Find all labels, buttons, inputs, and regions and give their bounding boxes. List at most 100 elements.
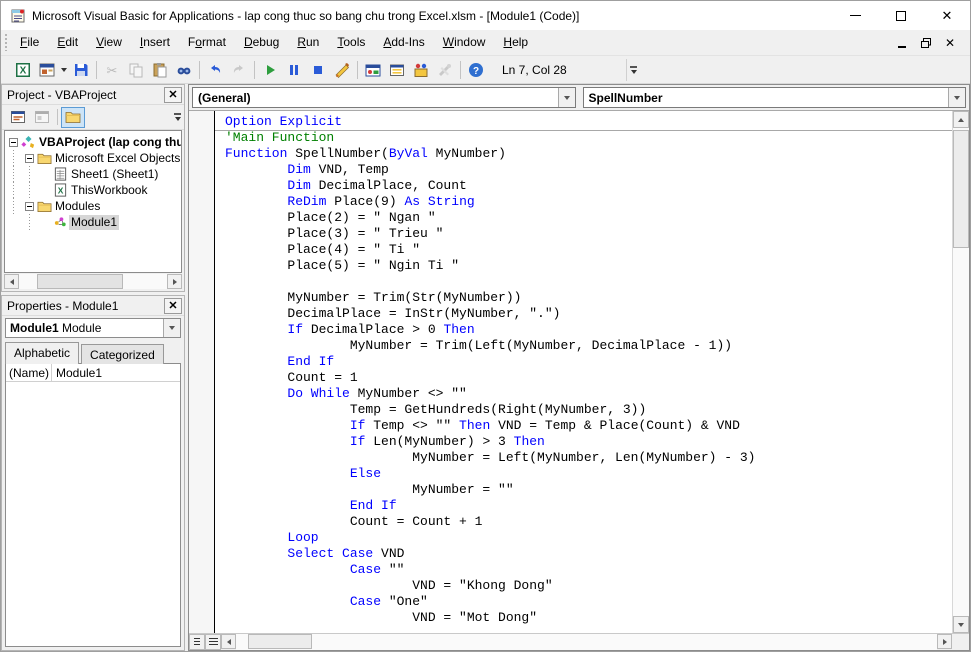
find-button[interactable] [172, 58, 196, 81]
procedure-view-button[interactable] [189, 634, 205, 650]
scrollbar-thumb[interactable] [953, 130, 969, 248]
reset-button[interactable] [306, 58, 330, 81]
code-line[interactable] [215, 274, 952, 290]
menu-file[interactable]: File [11, 30, 48, 55]
scroll-up-button[interactable] [953, 111, 969, 128]
menu-window[interactable]: Window [434, 30, 495, 55]
code-line[interactable]: VND = "Khong Dong" [215, 578, 952, 594]
code-line[interactable]: MyNumber = Trim(Left(MyNumber, DecimalPl… [215, 338, 952, 354]
tree-item-module1[interactable]: Module1 [5, 214, 181, 230]
dropdown-button[interactable] [558, 88, 575, 107]
procedure-dropdown[interactable]: SpellNumber [583, 87, 967, 108]
margin-indicator-bar[interactable] [189, 111, 215, 633]
scrollbar-thumb[interactable] [37, 274, 123, 289]
break-button[interactable] [282, 58, 306, 81]
design-mode-button[interactable] [330, 58, 354, 81]
menu-add-ins[interactable]: Add-Ins [374, 30, 433, 55]
mdi-restore-button[interactable] [914, 33, 938, 53]
save-button[interactable] [69, 58, 93, 81]
menu-tools[interactable]: Tools [328, 30, 374, 55]
insert-userform-button-dropdown[interactable] [59, 58, 69, 81]
property-value[interactable]: Module1 [52, 364, 180, 381]
object-browser-button[interactable] [409, 58, 433, 81]
menu-help[interactable]: Help [494, 30, 537, 55]
code-line[interactable]: End If [215, 354, 952, 370]
code-line[interactable]: If Len(MyNumber) > 3 Then [215, 434, 952, 450]
mdi-minimize-button[interactable] [890, 33, 914, 53]
maximize-button[interactable] [878, 1, 924, 30]
vertical-scrollbar[interactable] [952, 111, 969, 633]
code-line[interactable]: Else [215, 466, 952, 482]
collapse-expander[interactable] [9, 138, 18, 147]
property-row[interactable]: (Name)Module1 [6, 364, 180, 382]
scroll-right-button[interactable] [937, 634, 952, 649]
tree-item-thisworkbook[interactable]: XThisWorkbook [5, 182, 181, 198]
code-line[interactable]: VND = "Mot Dong" [215, 610, 952, 626]
project-panel-close-button[interactable]: ✕ [164, 87, 182, 103]
project-explorer-button[interactable] [361, 58, 385, 81]
scroll-down-button[interactable] [953, 616, 969, 633]
mdi-close-button[interactable]: ✕ [938, 33, 962, 53]
run-sub-button[interactable] [258, 58, 282, 81]
tab-alphabetic[interactable]: Alphabetic [5, 342, 79, 364]
view-code-button[interactable] [6, 107, 30, 128]
tree-item-vbaproject-lap-cong-thu[interactable]: VBAProject (lap cong thu [5, 134, 181, 150]
code-line[interactable]: Dim DecimalPlace, Count [215, 178, 952, 194]
code-line[interactable]: Place(2) = " Ngan " [215, 210, 952, 226]
tab-categorized[interactable]: Categorized [81, 344, 164, 364]
code-line[interactable]: Temp = GetHundreds(Right(MyNumber, 3)) [215, 402, 952, 418]
menu-debug[interactable]: Debug [235, 30, 288, 55]
insert-userform-button[interactable] [35, 58, 59, 81]
code-line[interactable]: DecimalPlace = InStr(MyNumber, ".") [215, 306, 952, 322]
code-line[interactable]: MyNumber = "" [215, 482, 952, 498]
tree-item-sheet1-sheet1[interactable]: Sheet1 (Sheet1) [5, 166, 181, 182]
code-line[interactable]: MyNumber = Left(MyNumber, Len(MyNumber) … [215, 450, 952, 466]
code-line[interactable]: Count = Count + 1 [215, 514, 952, 530]
code-line[interactable]: Place(3) = " Trieu " [215, 226, 952, 242]
dropdown-button[interactable] [163, 319, 180, 337]
code-line[interactable]: If DecimalPlace > 0 Then [215, 322, 952, 338]
code-line[interactable]: Option Explicit [215, 114, 952, 130]
code-line[interactable]: Case "One" [215, 594, 952, 610]
menu-format[interactable]: Format [179, 30, 235, 55]
code-line[interactable]: 'Main Function [215, 130, 952, 146]
code-editor[interactable]: Option Explicit'Main FunctionFunction Sp… [215, 111, 952, 633]
full-module-view-button[interactable] [205, 634, 221, 650]
menu-view[interactable]: View [87, 30, 131, 55]
view-microsoft-excel-button[interactable]: X [11, 58, 35, 81]
project-tree-hscrollbar[interactable] [4, 274, 182, 289]
toggle-folders-button[interactable] [61, 107, 85, 128]
object-selector-dropdown[interactable]: Module1 Module [5, 318, 181, 338]
code-line[interactable]: Function SpellNumber(ByVal MyNumber) [215, 146, 952, 162]
scrollbar-thumb[interactable] [248, 634, 312, 649]
tree-item-modules[interactable]: Modules [5, 198, 181, 214]
tree-item-microsoft-excel-objects[interactable]: Microsoft Excel Objects [5, 150, 181, 166]
code-line[interactable]: Loop [215, 530, 952, 546]
minimize-button[interactable] [832, 1, 878, 30]
code-line[interactable]: Place(5) = " Ngin Ti " [215, 258, 952, 274]
menubar-grip-icon[interactable] [4, 34, 9, 51]
project-toolbar-options-button[interactable] [174, 113, 181, 121]
code-line[interactable]: MyNumber = Trim(Str(MyNumber)) [215, 290, 952, 306]
close-button[interactable]: ✕ [924, 1, 970, 30]
scroll-left-button[interactable] [221, 634, 236, 649]
code-line[interactable]: Place(4) = " Ti " [215, 242, 952, 258]
code-line[interactable]: Select Case VND [215, 546, 952, 562]
scroll-right-button[interactable] [167, 274, 182, 289]
code-line[interactable]: End If [215, 498, 952, 514]
menu-edit[interactable]: Edit [48, 30, 87, 55]
code-line[interactable]: If Temp <> "" Then VND = Temp & Place(Co… [215, 418, 952, 434]
collapse-expander[interactable] [25, 202, 34, 211]
paste-button[interactable] [148, 58, 172, 81]
undo-button[interactable] [203, 58, 227, 81]
help-button[interactable]: ? [464, 58, 488, 81]
menu-run[interactable]: Run [288, 30, 328, 55]
code-line[interactable]: ReDim Place(9) As String [215, 194, 952, 210]
dropdown-button[interactable] [948, 88, 965, 107]
properties-window-button[interactable] [385, 58, 409, 81]
horizontal-scrollbar[interactable] [221, 634, 952, 650]
toolbar-options-button[interactable] [626, 59, 640, 81]
code-line[interactable]: Count = 1 [215, 370, 952, 386]
code-line[interactable]: Do While MyNumber <> "" [215, 386, 952, 402]
collapse-expander[interactable] [25, 154, 34, 163]
